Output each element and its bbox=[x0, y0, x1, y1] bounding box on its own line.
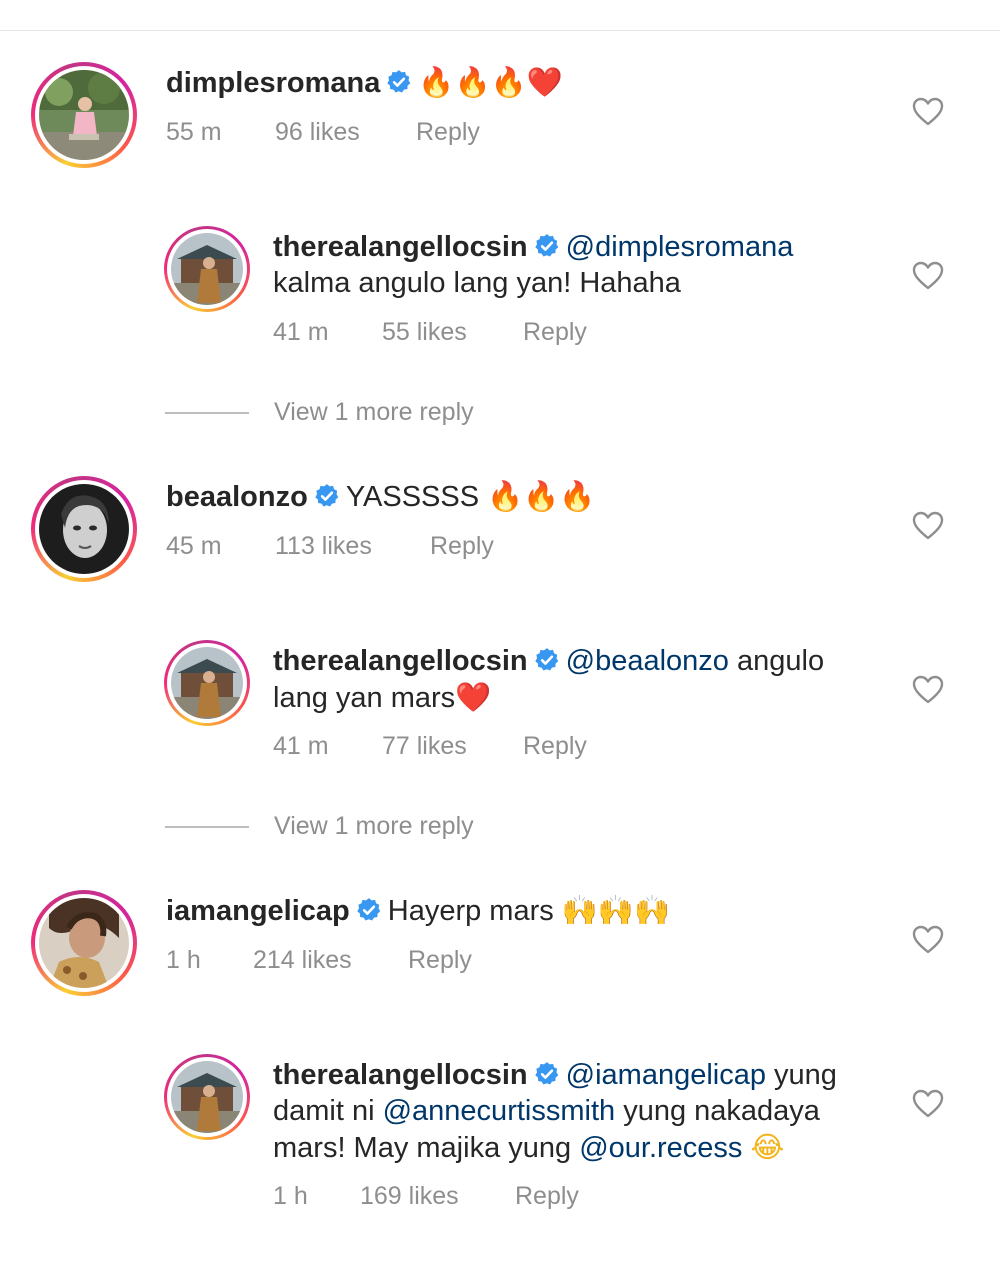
reply-button[interactable]: Reply bbox=[416, 118, 480, 147]
username[interactable]: therealangellocsin bbox=[273, 231, 528, 263]
divider-line bbox=[165, 826, 249, 828]
reply-button[interactable]: Reply bbox=[408, 946, 472, 975]
divider-line bbox=[165, 412, 249, 414]
verified-badge-icon bbox=[315, 484, 339, 507]
mention-link[interactable]: @annecurtissmith bbox=[383, 1095, 616, 1127]
like-count[interactable]: 113 likes bbox=[275, 532, 372, 561]
like-count[interactable]: 55 likes bbox=[382, 318, 467, 347]
reply-text-2: therealangellocsin @beaalonzo angulo lang… bbox=[273, 643, 824, 716]
reply-body: yung nakadaya bbox=[615, 1095, 820, 1127]
comment-meta-2: 45 m 113 likes Reply bbox=[166, 532, 566, 562]
username[interactable]: beaalonzo bbox=[166, 481, 308, 513]
view-more-replies[interactable]: View 1 more reply bbox=[165, 398, 565, 428]
avatar-iamangelicap[interactable] bbox=[31, 890, 137, 996]
username[interactable]: therealangellocsin bbox=[273, 1059, 528, 1091]
avatar-dimplesromana[interactable] bbox=[31, 62, 137, 168]
reply-body: lang yan mars bbox=[273, 682, 456, 714]
reply-body: damit ni bbox=[273, 1095, 383, 1127]
comment-meta-1: 55 m 96 likes Reply bbox=[166, 118, 566, 148]
reply-body: mars! May majika yung bbox=[273, 1132, 580, 1164]
comment-emoji: 🔥🔥🔥❤️ bbox=[418, 65, 563, 99]
reply-text-3: therealangellocsin @iamangelicap yung dam… bbox=[273, 1057, 837, 1166]
comment-meta-3: 1 h 214 likes Reply bbox=[166, 946, 566, 976]
heart-outline-icon[interactable] bbox=[912, 261, 944, 291]
reply-button[interactable]: Reply bbox=[523, 318, 587, 347]
comment-emoji: ❤️ bbox=[455, 680, 492, 714]
timestamp: 41 m bbox=[273, 732, 329, 760]
like-count[interactable]: 214 likes bbox=[253, 946, 352, 975]
reply-button[interactable]: Reply bbox=[515, 1182, 579, 1211]
mention-link[interactable]: @iamangelicap bbox=[566, 1059, 766, 1091]
heart-outline-icon[interactable] bbox=[912, 925, 944, 955]
mention-link[interactable]: @our.recess bbox=[579, 1132, 742, 1164]
comment-text-2: beaalonzo YASSSSS 🔥🔥🔥 bbox=[166, 478, 595, 515]
timestamp: 1 h bbox=[166, 946, 201, 974]
username[interactable]: therealangellocsin bbox=[273, 645, 528, 677]
view-more-replies[interactable]: View 1 more reply bbox=[165, 812, 565, 842]
reply-body: angulo bbox=[728, 645, 825, 677]
comment-emoji: 🔥🔥🔥 bbox=[487, 479, 596, 513]
like-count[interactable]: 96 likes bbox=[275, 118, 360, 147]
heart-outline-icon[interactable] bbox=[912, 511, 944, 541]
mention-link[interactable]: @beaalonzo bbox=[566, 645, 729, 677]
mention-link[interactable]: @dimplesromana bbox=[566, 231, 794, 263]
avatar-therealangellocsin[interactable] bbox=[164, 640, 250, 726]
username[interactable]: iamangelicap bbox=[166, 895, 350, 927]
comment-body: Hayerp mars bbox=[387, 895, 554, 927]
avatar-beaalonzo[interactable] bbox=[31, 476, 137, 582]
comment-text-1: dimplesromana 🔥🔥🔥❤️ bbox=[166, 64, 563, 101]
reply-body: yung bbox=[765, 1059, 837, 1091]
timestamp: 41 m bbox=[273, 318, 329, 346]
verified-badge-icon bbox=[534, 234, 558, 257]
reply-button[interactable]: Reply bbox=[430, 532, 494, 561]
reply-meta-1: 41 m 55 likes Reply bbox=[273, 318, 673, 348]
top-divider bbox=[0, 30, 1000, 31]
heart-outline-icon[interactable] bbox=[912, 97, 944, 127]
timestamp: 55 m bbox=[166, 118, 222, 146]
username[interactable]: dimplesromana bbox=[166, 67, 380, 99]
verified-badge-icon bbox=[534, 648, 558, 671]
comment-emoji: 🙌🙌🙌 bbox=[561, 893, 671, 927]
comment-text-3: iamangelicap Hayerp mars 🙌🙌🙌 bbox=[166, 892, 670, 929]
like-count[interactable]: 77 likes bbox=[382, 732, 467, 761]
view-more-label[interactable]: View 1 more reply bbox=[274, 812, 474, 841]
reply-meta-2: 41 m 77 likes Reply bbox=[273, 732, 673, 762]
reply-button[interactable]: Reply bbox=[523, 732, 587, 761]
reply-text-1: therealangellocsin @dimplesromana kalma a… bbox=[273, 229, 793, 301]
verified-badge-icon bbox=[387, 70, 411, 93]
timestamp: 1 h bbox=[273, 1182, 308, 1210]
avatar-therealangellocsin[interactable] bbox=[164, 1054, 250, 1140]
view-more-label[interactable]: View 1 more reply bbox=[274, 398, 474, 427]
reply-meta-3: 1 h 169 likes Reply bbox=[273, 1182, 673, 1212]
reply-body: kalma angulo lang yan! Hahaha bbox=[273, 267, 681, 299]
comment-emoji: 😂 bbox=[750, 1130, 785, 1164]
verified-badge-icon bbox=[534, 1062, 558, 1085]
verified-badge-icon bbox=[357, 898, 381, 921]
comment-body: YASSSSS bbox=[345, 481, 480, 513]
heart-outline-icon[interactable] bbox=[912, 675, 944, 705]
avatar-therealangellocsin[interactable] bbox=[164, 226, 250, 312]
heart-outline-icon[interactable] bbox=[912, 1089, 944, 1119]
timestamp: 45 m bbox=[166, 532, 222, 560]
like-count[interactable]: 169 likes bbox=[360, 1182, 459, 1211]
